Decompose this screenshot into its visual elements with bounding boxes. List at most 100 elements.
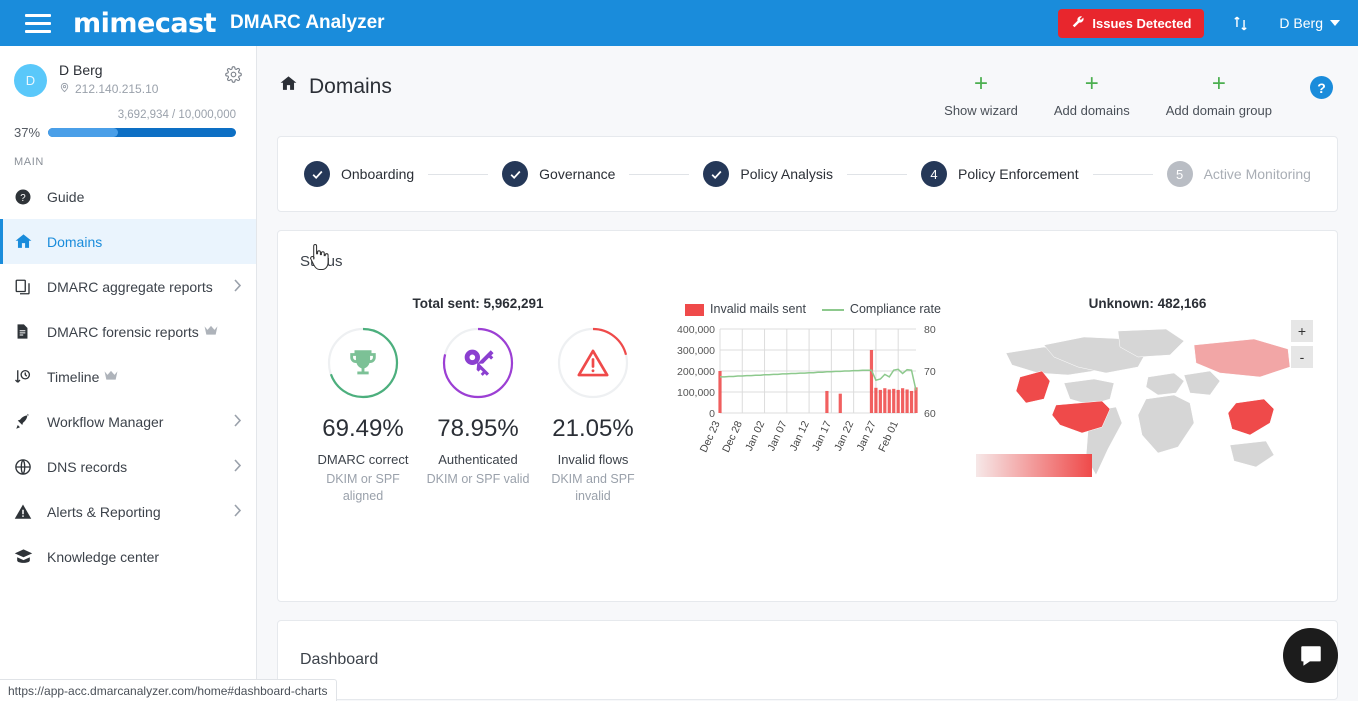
step-label: Policy Analysis [740,166,834,182]
chevron-right-icon [234,503,242,520]
sidebar-item-dmarc-aggregate-reports[interactable]: DMARC aggregate reports [0,264,256,309]
svg-text:Jan 22: Jan 22 [832,419,856,453]
switch-account-icon[interactable] [1232,15,1249,32]
world-map-section: Unknown: 482,166 + - [958,296,1337,499]
gauge-subtitle: DKIM or SPF valid [426,472,530,486]
warning-triangle-icon [555,325,631,401]
status-body: Total sent: 5,962,291 69.49% DMARC correc… [278,296,1337,505]
gauge-row: 69.49% DMARC correct DKIM or SPF aligned 78… [298,325,658,505]
svg-text:?: ? [20,192,26,203]
sidebar-item-domains[interactable]: Domains [0,219,256,264]
page-actions: + Show wizard + Add domains + Add domain… [926,70,1333,119]
plus-icon: + [1084,70,1099,97]
document-icon [14,323,40,340]
step-number: 4 [921,161,947,187]
sidebar-item-label: Guide [47,188,85,205]
issues-detected-label: Issues Detected [1092,15,1192,31]
menu-toggle-icon[interactable] [25,13,51,33]
gauge-ring [325,325,401,401]
step-connector [428,173,489,175]
issues-detected-button[interactable]: Issues Detected [1058,8,1205,38]
gauge-subtitle: DKIM or SPF aligned [326,472,400,503]
sidebar-item-label: DNS records [47,458,128,475]
show-wizard-button[interactable]: + Show wizard [926,72,1036,119]
rocket-icon [14,413,40,431]
legend-swatch-bar [685,303,705,316]
status-title: Status [300,253,343,270]
sidebar-item-dmarc-forensic-reports[interactable]: DMARC forensic reports [0,309,256,354]
quota-progress-fill [48,128,118,137]
map-country-china [1227,398,1274,436]
sidebar-section-label: MAIN [14,156,44,168]
svg-text:Jan 27: Jan 27 [854,419,878,453]
svg-text:Dec 23: Dec 23 [698,419,723,454]
location-pin-icon [59,81,70,97]
progress-step-policy-enforcement[interactable]: 4 Policy Enforcement [921,161,1079,187]
page-header: Domains + Show wizard + Add domains + Ad… [257,46,1358,118]
map-zoom-controls: + - [1291,320,1313,372]
avatar: D [14,64,47,97]
legend-item-compliance: Compliance rate [821,302,941,316]
quota-percent: 37% [14,125,41,140]
sidebar-item-timeline[interactable]: Timeline [0,354,256,399]
step-number: 5 [1166,161,1193,187]
svg-text:Feb 01: Feb 01 [876,419,901,454]
quota-progress-bar [48,128,236,137]
quota-section: 3,692,934 / 10,000,000 37% [0,97,256,140]
svg-text:70: 70 [924,366,936,378]
gauge-dmarc-correct: 69.49% DMARC correct DKIM or SPF aligned [308,325,418,505]
show-wizard-label: Show wizard [944,103,1018,118]
product-name: DMARC Analyzer [230,12,385,33]
crown-icon [204,324,218,339]
map-zoom-in-button[interactable]: + [1291,320,1313,342]
sidebar-item-knowledge-center[interactable]: Knowledge center [0,534,256,579]
help-button[interactable]: ? [1310,76,1333,99]
svg-text:100,000: 100,000 [677,387,715,399]
progress-step-policy-analysis[interactable]: Policy Analysis [703,161,833,187]
home-icon [279,74,298,99]
chat-widget-button[interactable] [1283,628,1338,683]
sidebar-item-alerts-reporting[interactable]: Alerts & Reporting [0,489,256,534]
svg-text:Dec 28: Dec 28 [720,419,745,454]
map-zoom-out-button[interactable]: - [1291,346,1313,368]
app-root: mimecast DMARC Analyzer Issues Detected … [0,0,1358,701]
progress-step-active-monitoring[interactable]: 5 Active Monitoring [1166,161,1311,187]
sidebar-item-dns-records[interactable]: DNS records [0,444,256,489]
gear-icon[interactable] [225,66,242,88]
check-icon [304,161,330,187]
topbar-actions: Issues Detected D Berg [1058,8,1358,38]
gauge-ring [555,325,631,401]
step-connector [1092,173,1153,175]
gauge-title: Authenticated [438,452,518,467]
quota-row: 37% [14,125,236,140]
sidebar-item-workflow-manager[interactable]: Workflow Manager [0,399,256,444]
graduation-cap-icon [14,547,40,566]
legend-item-invalid: Invalid mails sent [685,302,806,316]
gauge-percent: 78.95% [437,415,519,442]
add-domain-group-button[interactable]: + Add domain group [1148,72,1290,119]
svg-text:400,000: 400,000 [677,324,715,336]
sidebar-item-label: DMARC forensic reports [47,323,199,340]
gauge-percent: 69.49% [322,415,404,442]
map-title: Unknown: 482,166 [1088,296,1207,311]
account-name: D Berg [59,62,103,78]
sidebar-item-label: Workflow Manager [47,413,164,430]
sidebar-item-guide[interactable]: ? Guide [0,174,256,219]
progress-step-governance[interactable]: Governance [502,161,615,187]
key-icon [440,325,516,401]
sidebar: D D Berg 212.140.215.10 3,692,934 / 10,0… [0,46,257,701]
status-card: Status Total sent: 5,962,291 69.49% DMARC… [277,230,1338,602]
user-menu-label: D Berg [1279,15,1323,31]
progress-step-onboarding[interactable]: Onboarding [304,161,414,187]
compliance-chart: Invalid mails sent Compliance rate 0 100,… [658,302,958,486]
svg-text:Jan 07: Jan 07 [765,419,789,453]
chevron-down-icon [1330,20,1340,26]
account-ip: 212.140.215.10 [59,81,158,97]
step-label: Policy Enforcement [958,166,1079,182]
chart-legend: Invalid mails sent Compliance rate [668,302,958,316]
wrench-icon [1071,15,1085,32]
svg-text:Jan 12: Jan 12 [788,419,812,453]
user-menu[interactable]: D Berg [1279,15,1340,31]
onboarding-progress-card: Onboarding Governance Policy Analysis 4 Poli… [277,136,1338,212]
add-domains-button[interactable]: + Add domains [1036,70,1148,119]
